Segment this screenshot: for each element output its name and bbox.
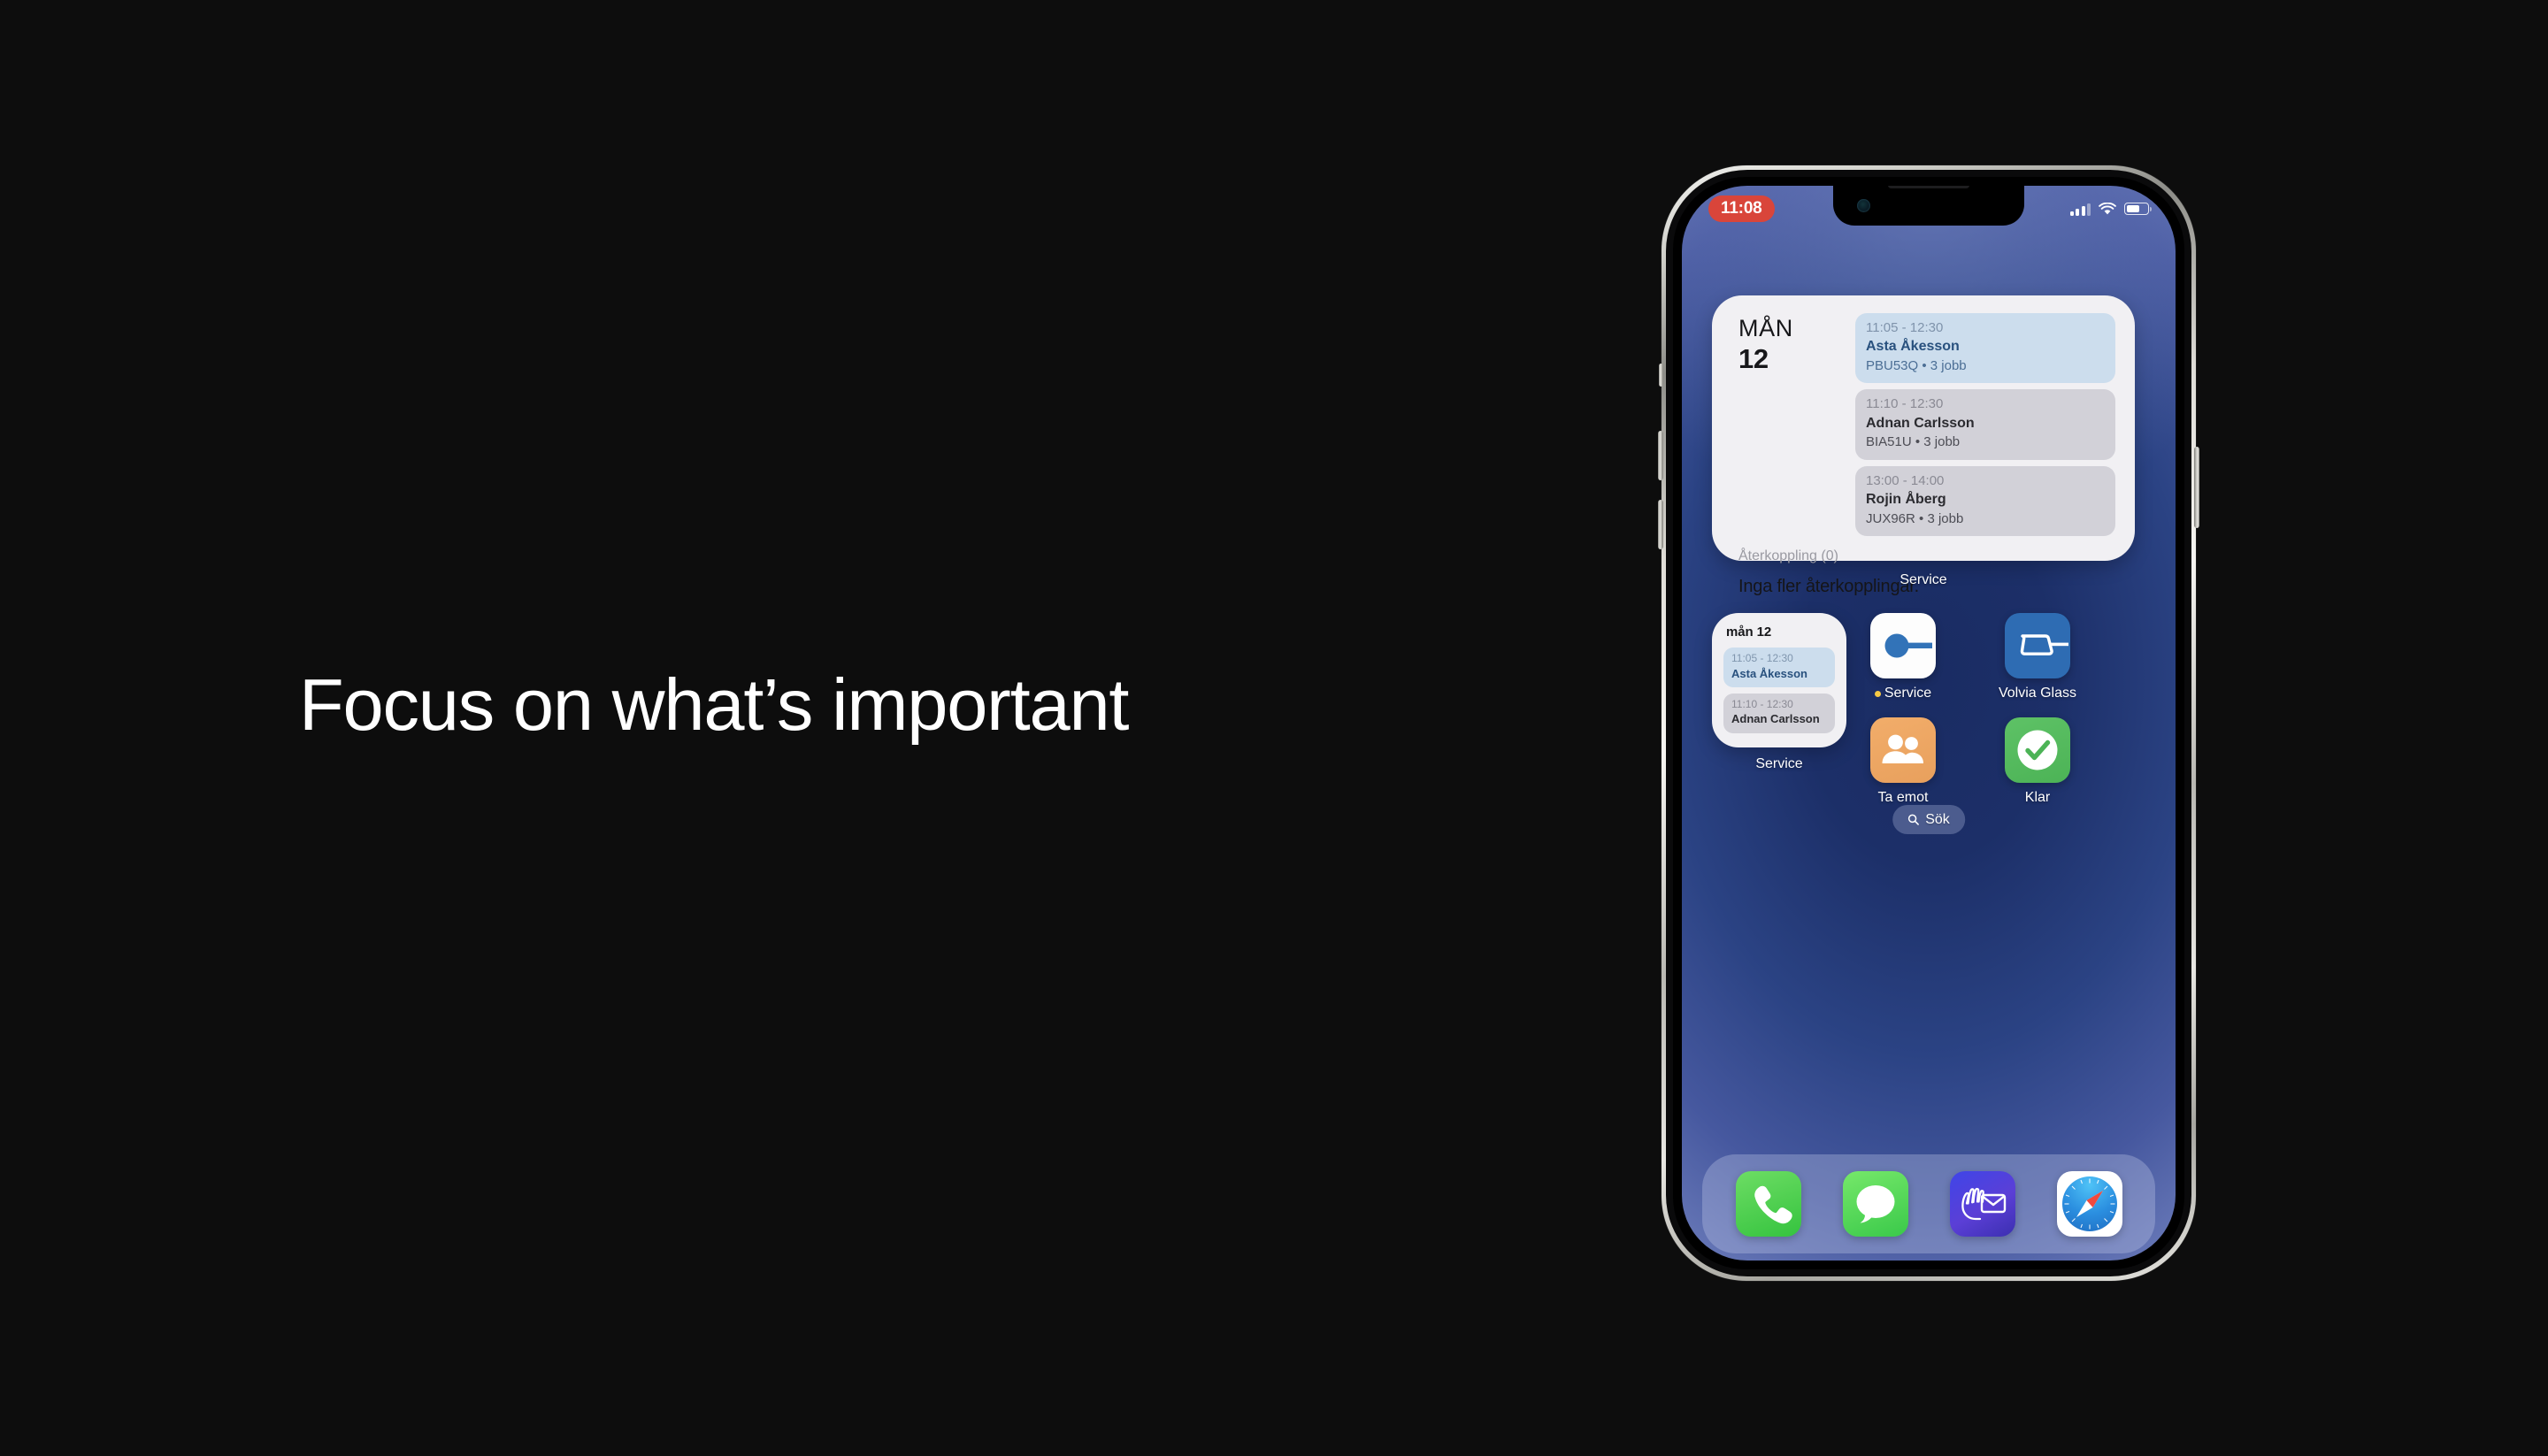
small-widget-label: Service <box>1755 756 1803 771</box>
widget-event-list: 11:05 - 12:30 Asta Åkesson PBU53Q • 3 jo… <box>1855 313 2115 536</box>
phone-screen: 11:08 MÅN 12 11:05 - 12:30 Asta Åkesson … <box>1682 186 2176 1261</box>
list-item[interactable]: 11:05 - 12:30 Asta Åkesson <box>1723 648 1835 687</box>
notification-dot-icon <box>1874 690 1881 697</box>
event-name: Asta Åkesson <box>1866 339 1960 355</box>
widget-day-number: 12 <box>1738 343 1769 375</box>
app-grid-row: Service Volvia Glass <box>1859 613 2137 701</box>
compass-icon[interactable] <box>2056 1171 2122 1237</box>
list-item[interactable]: 11:10 - 12:30 Adnan Carlsson <box>1723 693 1835 733</box>
large-widget-label: Service <box>1899 572 1947 587</box>
mail-icon[interactable] <box>1949 1171 2015 1237</box>
app-icon-volvia-glass[interactable]: Volvia Glass <box>1993 613 2082 701</box>
widget-date-block: MÅN 12 <box>1731 313 1855 536</box>
earpiece-speaker-icon <box>1888 186 1969 188</box>
message-bubble-icon[interactable] <box>1842 1171 1908 1237</box>
event-time: 13:00 - 14:00 <box>1866 472 1945 488</box>
app-label-row: Service <box>1859 686 1947 701</box>
app-icon-service[interactable]: Service <box>1859 613 1947 701</box>
app-label: Ta emot <box>1877 790 1929 805</box>
widget-day-of-week: MÅN <box>1738 315 1793 341</box>
app-label-row: Klar <box>1993 790 2082 806</box>
page-title: Focus on what’s important <box>299 663 1129 746</box>
silent-switch[interactable] <box>1659 364 1663 387</box>
event-name: Adnan Carlsson <box>1731 712 1820 726</box>
app-label: Volvia Glass <box>1998 686 2077 701</box>
event-time: 11:10 - 12:30 <box>1731 697 1793 710</box>
event-meta: BIA51U • 3 jobb <box>1866 434 1961 450</box>
list-item[interactable]: 13:00 - 14:00 Rojin Åberg JUX96R • 3 job… <box>1855 465 2115 536</box>
event-name: Adnan Carlsson <box>1866 415 1975 431</box>
app-icon-klar[interactable]: Klar <box>1993 717 2082 806</box>
service-logo-icon[interactable] <box>1870 613 1936 678</box>
event-name: Asta Åkesson <box>1731 666 1807 680</box>
event-meta: PBU53Q • 3 jobb <box>1866 358 1967 374</box>
search-icon <box>1907 814 1919 825</box>
app-grid: Service Volvia Glass Ta emot Klar <box>1859 613 2137 822</box>
search-label: Sök <box>1925 811 1950 827</box>
windshield-icon[interactable] <box>2005 613 2070 678</box>
volume-down-button[interactable] <box>1658 500 1663 549</box>
app-grid-row: Ta emot Klar <box>1859 717 2137 806</box>
battery-icon <box>2124 203 2152 215</box>
status-time-pill: 11:08 <box>1708 195 1775 222</box>
search-button[interactable]: Sök <box>1892 805 1965 834</box>
app-label: Service <box>1884 686 1932 701</box>
list-item[interactable]: 11:10 - 12:30 Adnan Carlsson BIA51U • 3 … <box>1855 389 2115 460</box>
event-time: 11:10 - 12:30 <box>1866 396 1944 412</box>
slide-canvas: Focus on what’s important 11:08 MÅN 12 1… <box>0 0 2548 1456</box>
power-button[interactable] <box>2194 447 2199 528</box>
app-label-row: Ta emot <box>1859 790 1947 806</box>
checkmark-circle-icon[interactable] <box>2005 717 2070 783</box>
service-small-widget[interactable]: mån 12 11:05 - 12:30 Asta Åkesson 11:10 … <box>1712 613 1846 747</box>
people-icon[interactable] <box>1870 717 1936 783</box>
app-label-row: Volvia Glass <box>1993 686 2082 701</box>
status-indicators <box>2069 202 2152 216</box>
widget-section-title: Återkoppling (0) <box>1738 548 1838 563</box>
phone-icon[interactable] <box>1735 1171 1801 1237</box>
status-bar: 11:08 <box>1682 194 2176 224</box>
list-item[interactable]: 11:05 - 12:30 Asta Åkesson PBU53Q • 3 jo… <box>1855 313 2115 384</box>
app-label: Klar <box>2024 790 2051 805</box>
widget-top-row: MÅN 12 11:05 - 12:30 Asta Åkesson PBU53Q… <box>1731 313 2115 536</box>
signal-bars-icon <box>2069 203 2091 216</box>
event-time: 11:05 - 12:30 <box>1731 652 1793 664</box>
volume-up-button[interactable] <box>1658 431 1663 480</box>
dock <box>1702 1154 2155 1253</box>
event-name: Rojin Åberg <box>1866 491 1946 507</box>
phone-mockup: 11:08 MÅN 12 11:05 - 12:30 Asta Åkesson … <box>1658 165 2199 1281</box>
event-time: 11:05 - 12:30 <box>1866 320 1944 335</box>
wifi-icon <box>2099 202 2116 216</box>
small-widget-date: mån 12 <box>1726 625 1772 640</box>
service-large-widget[interactable]: MÅN 12 11:05 - 12:30 Asta Åkesson PBU53Q… <box>1712 295 2135 596</box>
event-meta: JUX96R • 3 jobb <box>1866 510 1964 526</box>
app-icon-ta-emot[interactable]: Ta emot <box>1859 717 1947 806</box>
